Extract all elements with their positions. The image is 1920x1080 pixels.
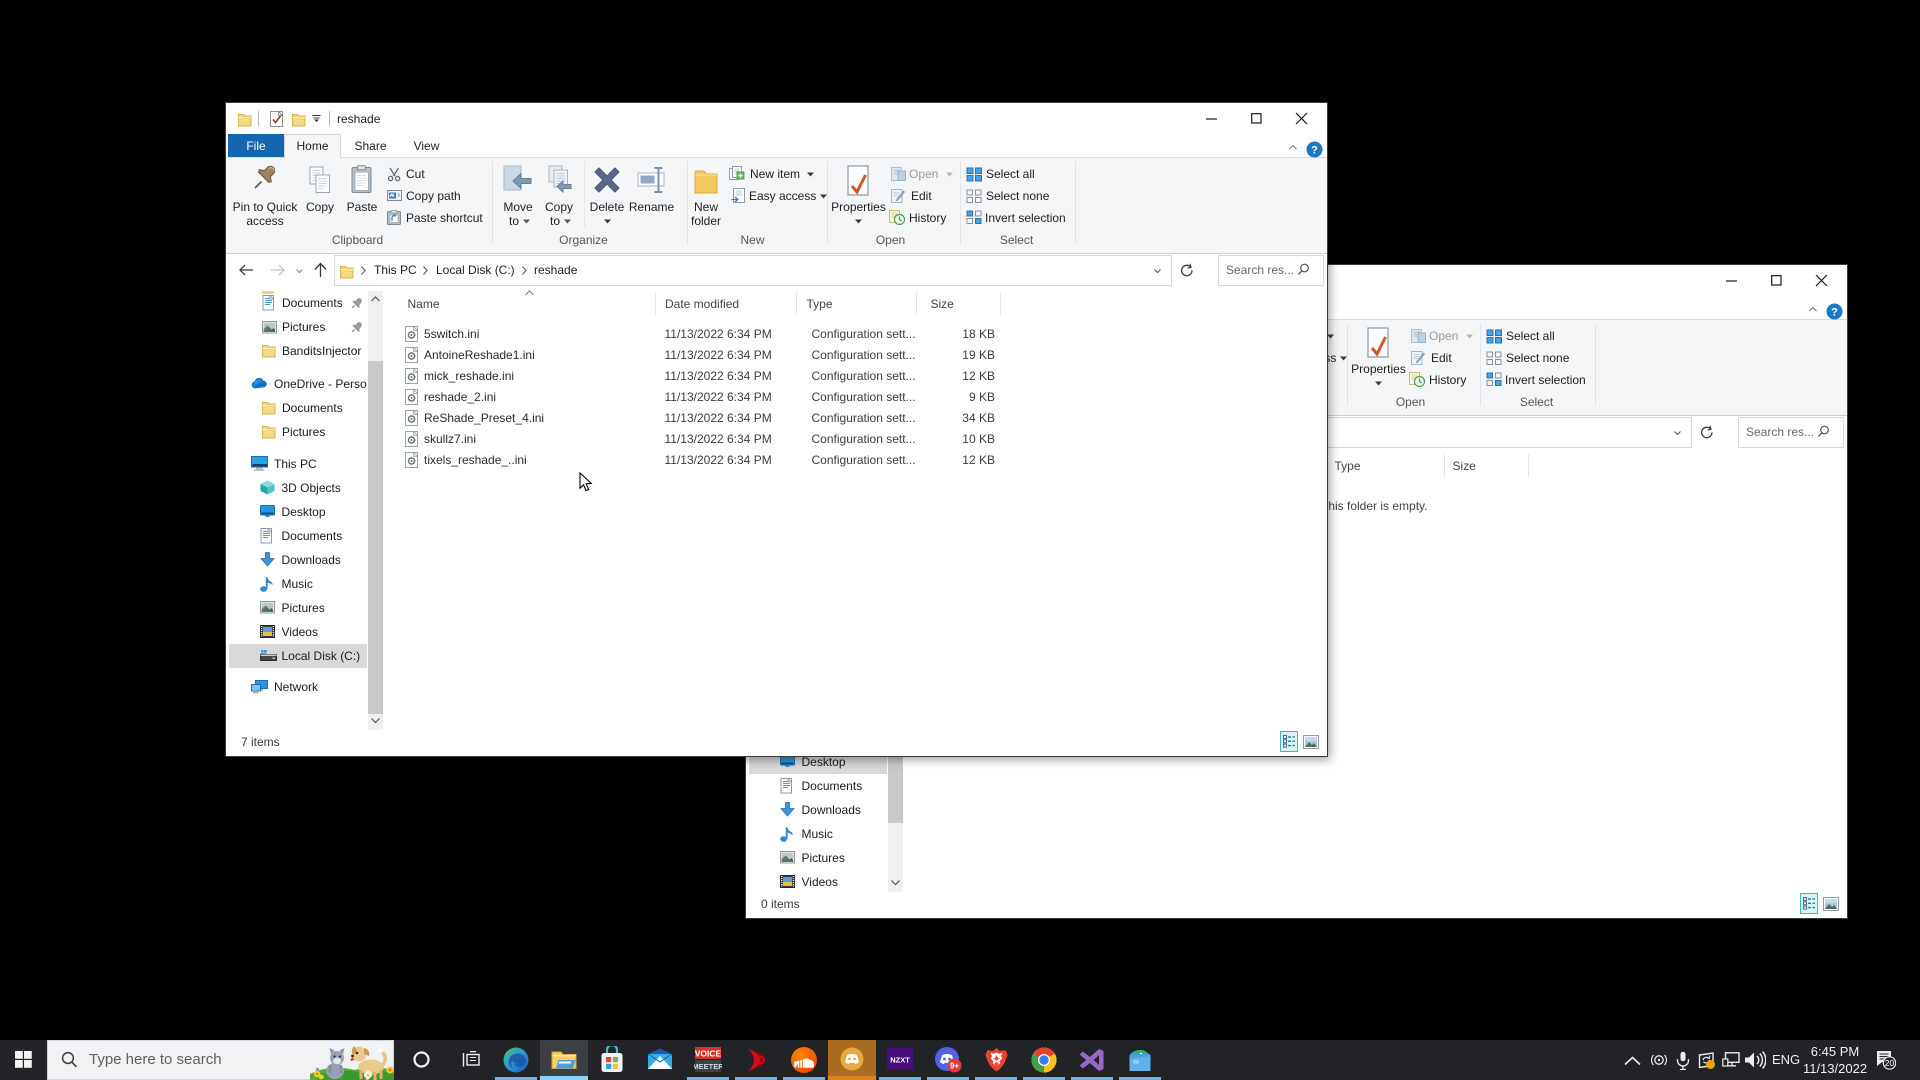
- svg-text:9+: 9+: [950, 1062, 959, 1071]
- svg-text:MEETER: MEETER: [694, 1062, 722, 1071]
- svg-text:NZXT: NZXT: [890, 1056, 910, 1065]
- svg-text:20: 20: [1885, 1058, 1895, 1068]
- svg-text:VOICE: VOICE: [695, 1049, 722, 1059]
